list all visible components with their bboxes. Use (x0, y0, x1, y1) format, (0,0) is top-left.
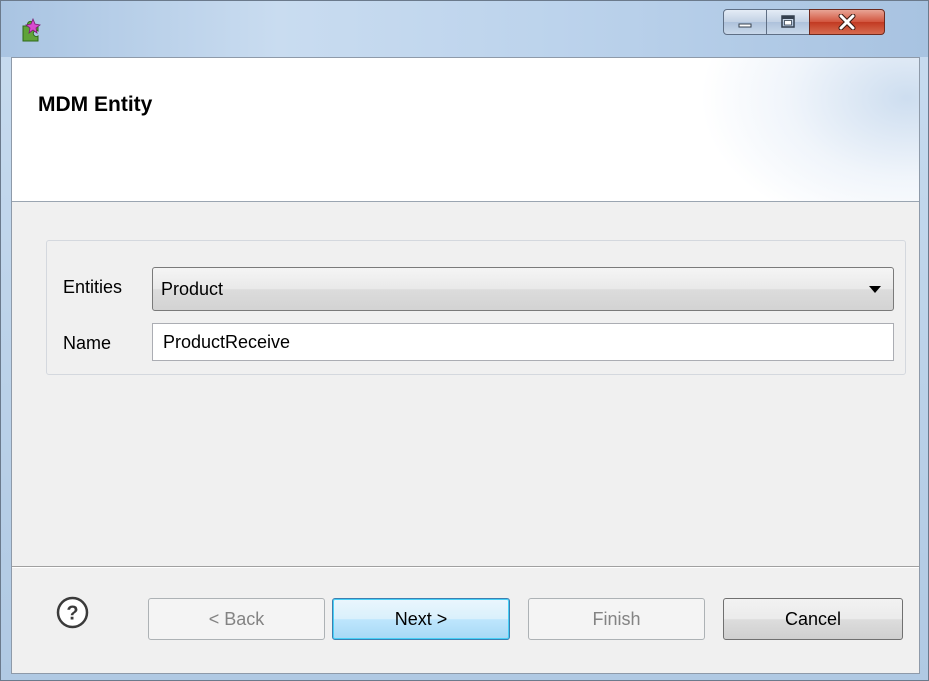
minimize-icon (724, 10, 766, 34)
title-bar[interactable] (1, 1, 928, 57)
maximize-icon (767, 10, 809, 34)
next-button[interactable]: Next > (332, 598, 510, 640)
header-decoration (699, 58, 919, 201)
puzzle-wizard-icon (17, 17, 45, 43)
chevron-down-icon (869, 286, 881, 293)
entities-selected-value: Product (161, 279, 224, 299)
cancel-button[interactable]: Cancel (723, 598, 903, 640)
maximize-button[interactable] (766, 9, 810, 35)
svg-text:?: ? (66, 603, 78, 625)
name-input[interactable] (152, 323, 894, 361)
finish-button[interactable]: Finish (528, 598, 705, 640)
minimize-button[interactable] (723, 9, 767, 35)
help-button[interactable]: ? (56, 596, 89, 629)
entities-dropdown[interactable]: Product (152, 267, 894, 311)
name-label: Name (63, 333, 112, 353)
dialog-body: MDM Entity Entities Product Name ? < Bac… (11, 57, 920, 674)
back-button[interactable]: < Back (148, 598, 325, 640)
close-button[interactable] (809, 9, 885, 35)
wizard-window: MDM Entity Entities Product Name ? < Bac… (0, 0, 929, 681)
close-icon (810, 10, 884, 34)
footer-separator (12, 566, 919, 568)
entity-form-group: Entities Product Name (46, 240, 906, 375)
entities-label: Entities (63, 277, 123, 297)
page-title: MDM Entity (38, 93, 153, 116)
wizard-header: MDM Entity (12, 58, 919, 202)
help-icon: ? (56, 596, 89, 629)
